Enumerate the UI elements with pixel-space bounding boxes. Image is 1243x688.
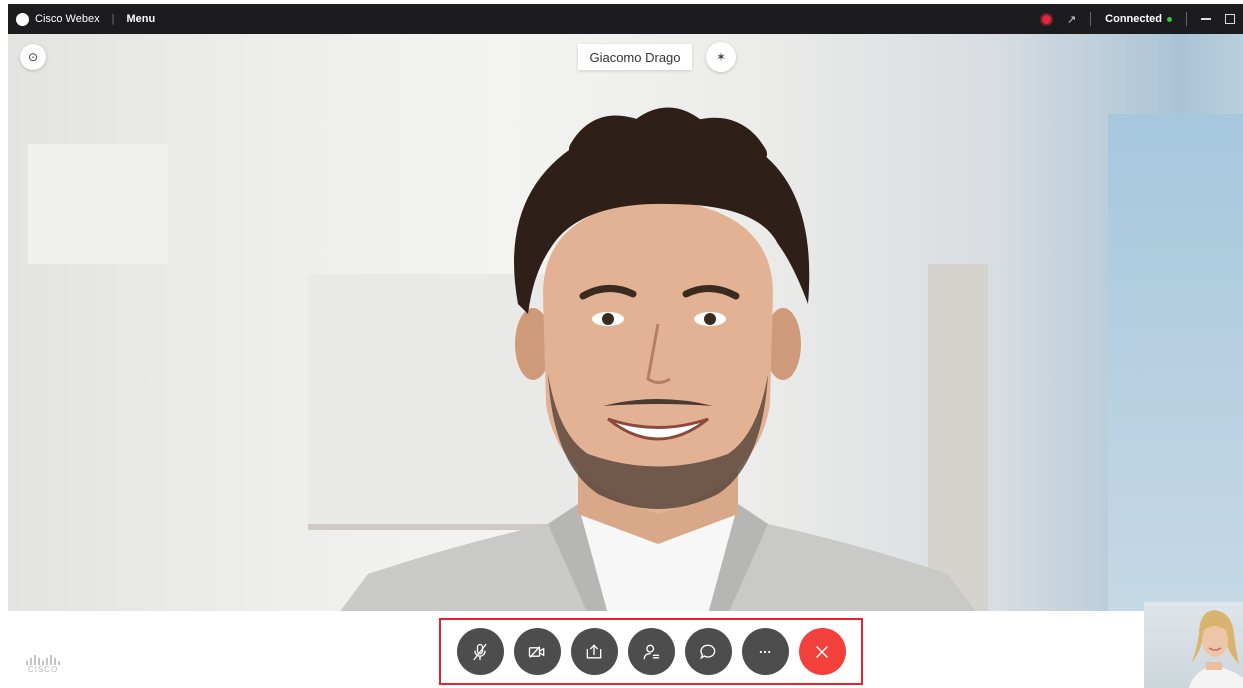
participant-name-tag: Giacomo Drago bbox=[578, 44, 692, 70]
video-button[interactable] bbox=[513, 628, 561, 675]
participants-icon bbox=[643, 644, 660, 659]
app-name: Cisco Webex bbox=[35, 13, 100, 25]
share-screen-icon bbox=[586, 643, 602, 658]
title-bar: Cisco Webex | Menu ↗ Connected bbox=[8, 4, 1243, 34]
microphone-muted-icon bbox=[473, 643, 487, 660]
maximize-icon[interactable] bbox=[1225, 14, 1235, 24]
connection-indicator-icon bbox=[1167, 16, 1172, 22]
minimize-icon[interactable] bbox=[1201, 18, 1211, 20]
main-video[interactable] bbox=[8, 34, 1243, 611]
close-icon bbox=[816, 645, 828, 658]
cisco-bars-icon bbox=[18, 655, 68, 665]
pin-icon[interactable]: ↗ bbox=[1067, 13, 1076, 26]
meeting-controls bbox=[439, 618, 863, 685]
more-button[interactable] bbox=[741, 628, 789, 675]
layout-icon[interactable]: ⊙ bbox=[20, 44, 46, 70]
chat-button[interactable] bbox=[684, 628, 732, 675]
self-view-person bbox=[1189, 610, 1243, 688]
more-icon bbox=[759, 650, 771, 653]
share-button[interactable] bbox=[570, 628, 618, 675]
pin-participant-icon[interactable]: ✶ bbox=[706, 42, 736, 72]
background-shelf bbox=[28, 144, 168, 264]
mute-button[interactable] bbox=[456, 628, 504, 675]
participant-video bbox=[340, 107, 976, 611]
chat-icon bbox=[700, 644, 716, 659]
video-off-icon bbox=[528, 645, 545, 658]
menu-button[interactable]: Menu bbox=[126, 13, 155, 25]
divider bbox=[1090, 12, 1092, 26]
divider bbox=[1186, 12, 1187, 26]
background-window bbox=[1108, 114, 1243, 611]
cisco-logo: CISCO bbox=[18, 655, 68, 674]
participants-button[interactable] bbox=[627, 628, 675, 675]
connection-status: Connected bbox=[1105, 13, 1172, 25]
connection-status-label: Connected bbox=[1105, 13, 1162, 25]
title-separator: | bbox=[111, 13, 115, 25]
webex-logo-icon bbox=[16, 12, 29, 26]
end-call-button[interactable] bbox=[798, 628, 846, 675]
self-view-video[interactable] bbox=[1144, 602, 1243, 688]
cisco-logo-text: CISCO bbox=[27, 665, 59, 674]
recording-icon[interactable] bbox=[1039, 12, 1053, 26]
